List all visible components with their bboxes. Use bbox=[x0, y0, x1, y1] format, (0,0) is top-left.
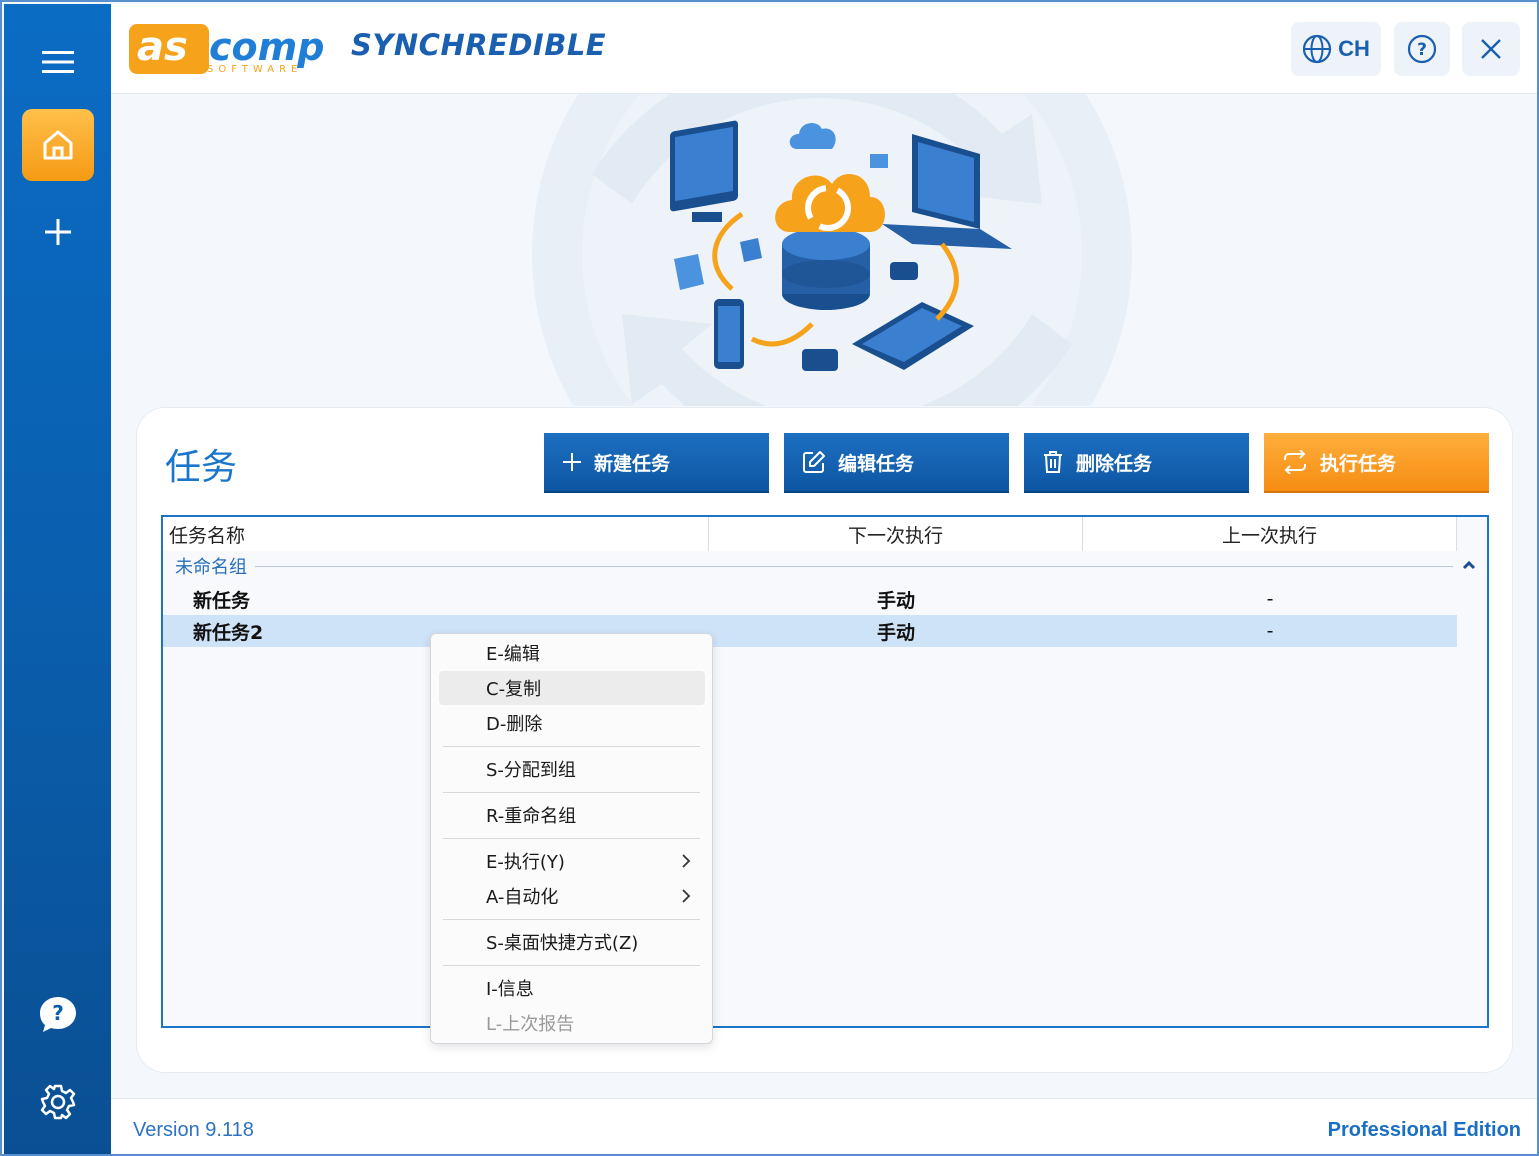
chevron-up-icon[interactable] bbox=[1461, 557, 1477, 573]
globe-icon bbox=[1303, 34, 1332, 64]
chevron-right-icon bbox=[682, 889, 691, 903]
home-button[interactable] bbox=[22, 109, 94, 181]
menu-button[interactable] bbox=[22, 26, 94, 98]
menu-separator bbox=[443, 919, 700, 920]
delete-task-label: 删除任务 bbox=[1076, 452, 1153, 475]
app-window: ? as comp SOFTWARE SYNCHREDIBLE CH ? 任务 … bbox=[0, 0, 1539, 1156]
sidebar: ? bbox=[4, 4, 111, 1154]
task-next-run: 手动 bbox=[876, 621, 915, 644]
run-task-button[interactable]: 执行任务 bbox=[1264, 433, 1489, 493]
language-label: CH bbox=[1338, 36, 1370, 61]
group-header[interactable]: 未命名组 bbox=[163, 553, 1487, 579]
group-divider bbox=[255, 566, 1453, 567]
question-icon: ? bbox=[1407, 34, 1437, 64]
tasks-title: 任务 bbox=[165, 447, 238, 488]
table-row-selected[interactable]: 新任务2 手动 - bbox=[163, 615, 1457, 647]
menu-item-last-report: L-上次报告 bbox=[486, 1014, 575, 1035]
menu-item-automation[interactable]: A-自动化 bbox=[439, 879, 705, 913]
menu-separator bbox=[443, 792, 700, 793]
sync-icon bbox=[1284, 450, 1306, 474]
trash-icon bbox=[1044, 451, 1062, 473]
new-task-button[interactable]: 新建任务 bbox=[544, 433, 769, 493]
context-menu: E-编辑 C-复制 D-删除 S-分配到组 R-重命名组 E-执行(Y) A-自… bbox=[430, 633, 713, 1044]
column-header-next-run[interactable]: 下一次执行 bbox=[709, 517, 1083, 551]
edit-icon bbox=[803, 451, 825, 473]
delete-task-button[interactable]: 删除任务 bbox=[1024, 433, 1249, 493]
menu-icon bbox=[42, 51, 74, 73]
svg-text:?: ? bbox=[1417, 40, 1427, 60]
edition-label: Professional Edition bbox=[1327, 1119, 1521, 1141]
close-icon bbox=[1481, 39, 1501, 59]
menu-separator bbox=[443, 746, 700, 747]
run-task-label: 执行任务 bbox=[1320, 452, 1397, 475]
menu-separator bbox=[443, 965, 700, 966]
chevron-right-icon bbox=[682, 854, 691, 868]
ascomp-logo: as comp SOFTWARE bbox=[129, 24, 324, 75]
menu-item-info[interactable]: I-信息 bbox=[439, 971, 705, 1005]
new-task-label: 新建任务 bbox=[594, 452, 671, 475]
menu-item-edit[interactable]: E-编辑 bbox=[439, 636, 705, 670]
help-button[interactable]: ? bbox=[1394, 22, 1450, 76]
menu-item-rename-group[interactable]: R-重命名组 bbox=[439, 798, 705, 832]
menu-item-copy[interactable]: C-复制 bbox=[439, 671, 705, 705]
task-name: 新任务 bbox=[193, 589, 251, 612]
chat-help-icon: ? bbox=[40, 997, 76, 1032]
group-name: 未命名组 bbox=[175, 557, 247, 578]
menu-item-automation-label: A-自动化 bbox=[486, 887, 559, 908]
svg-text:?: ? bbox=[52, 1001, 64, 1025]
settings-button[interactable] bbox=[22, 1066, 94, 1138]
menu-item-desktop-shortcut[interactable]: S-桌面快捷方式(Z) bbox=[439, 925, 705, 959]
gear-icon bbox=[40, 1084, 76, 1120]
chat-help-button[interactable]: ? bbox=[22, 979, 94, 1051]
task-table: 任务名称 下一次执行 上一次执行 未命名组 新任务 手动 - 新任务2 手动 - bbox=[161, 515, 1489, 1028]
svg-text:comp: comp bbox=[209, 25, 324, 69]
task-last-run: - bbox=[1266, 588, 1274, 610]
svg-text:SOFTWARE: SOFTWARE bbox=[207, 64, 302, 75]
version-label: Version 9.118 bbox=[133, 1119, 254, 1141]
menu-item-assign-group[interactable]: S-分配到组 bbox=[439, 752, 705, 786]
add-task-button[interactable] bbox=[22, 196, 94, 268]
home-icon bbox=[43, 130, 73, 160]
table-header: 任务名称 下一次执行 上一次执行 bbox=[163, 517, 1457, 551]
menu-item-execute-label: E-执行(Y) bbox=[486, 852, 565, 873]
column-header-last-run[interactable]: 上一次执行 bbox=[1083, 517, 1457, 551]
sync-illustration bbox=[532, 94, 1132, 406]
column-header-name[interactable]: 任务名称 bbox=[163, 517, 709, 551]
header: as comp SOFTWARE SYNCHREDIBLE CH ? bbox=[111, 4, 1537, 94]
language-button[interactable]: CH bbox=[1291, 22, 1381, 76]
task-last-run: - bbox=[1266, 620, 1274, 642]
plus-icon bbox=[563, 453, 581, 471]
edit-task-button[interactable]: 编辑任务 bbox=[784, 433, 1009, 493]
product-name: SYNCHREDIBLE bbox=[351, 28, 607, 62]
edit-task-label: 编辑任务 bbox=[838, 452, 915, 475]
menu-separator bbox=[443, 838, 700, 839]
menu-item-delete[interactable]: D-删除 bbox=[439, 706, 705, 740]
table-row[interactable]: 新任务 手动 - bbox=[163, 583, 1457, 615]
close-button[interactable] bbox=[1462, 22, 1520, 76]
svg-text:as: as bbox=[137, 24, 188, 70]
menu-item-execute[interactable]: E-执行(Y) bbox=[439, 844, 705, 878]
tasks-card: 任务 新建任务 编辑任务 删除任务 执行任务 任务名称 下一次执行 上一次执行 … bbox=[137, 408, 1512, 1072]
task-next-run: 手动 bbox=[876, 589, 915, 612]
footer: Version 9.118 Professional Edition bbox=[111, 1098, 1537, 1154]
plus-icon bbox=[45, 219, 71, 245]
